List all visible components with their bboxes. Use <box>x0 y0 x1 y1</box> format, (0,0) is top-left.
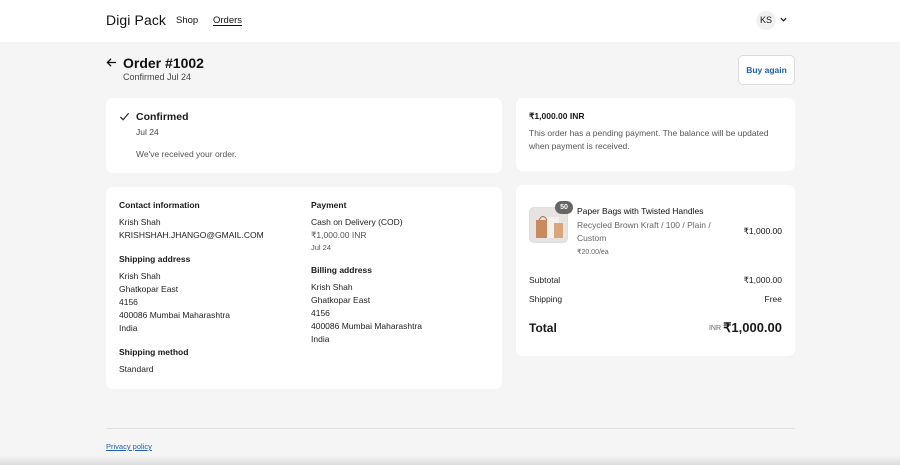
shipping-method-value: Standard <box>119 364 154 374</box>
product-variant: Recycled Brown Kraft / 100 / Plain / Cus… <box>577 220 711 243</box>
order-summary-card: 50 Paper Bags with Twisted Handles Recyc… <box>516 185 795 356</box>
checkmark-icon <box>119 112 130 121</box>
billing-address-line: 400086 Mumbai Maharashtra <box>311 321 423 331</box>
pending-balance-card: ₹1,000.00 INR This order has a pending p… <box>516 98 795 171</box>
order-details-card: Contact information Krish Shah KRISHSHAH… <box>106 187 502 389</box>
order-title: Order #1002 <box>123 55 204 71</box>
back-arrow-icon[interactable] <box>106 57 117 68</box>
billing-address-line: India <box>311 334 330 344</box>
total-label: Total <box>529 321 557 335</box>
balance-amount: ₹1,000.00 INR <box>529 111 585 121</box>
top-navigation-bar: Digi Pack Shop Orders KS <box>0 0 900 42</box>
nav-orders-link[interactable]: Orders <box>213 15 242 26</box>
window-bottom-edge <box>0 455 900 465</box>
billing-address-heading: Billing address <box>311 265 372 275</box>
billing-address-line: Krish Shah <box>311 282 353 292</box>
order-confirmed-date: Confirmed Jul 24 <box>123 72 192 82</box>
status-message: We've received your order. <box>136 149 237 159</box>
contact-email: KRISHSHAH.JHANGO@GMAIL.COM <box>119 230 264 240</box>
total-currency: INR <box>708 325 721 332</box>
product-line-price: ₹1,000.00 <box>743 226 783 236</box>
chevron-down-icon[interactable] <box>780 16 787 23</box>
billing-address-line: 4156 <box>311 308 330 318</box>
buy-again-button[interactable]: Buy again <box>738 55 795 85</box>
contact-name: Krish Shah <box>119 217 161 227</box>
quantity-badge: 50 <box>555 201 573 214</box>
shipping-value: Free <box>764 294 782 304</box>
balance-message: This order has a pending payment. The ba… <box>529 128 769 151</box>
order-status-card: Confirmed Jul 24 We've received your ord… <box>106 98 502 173</box>
payment-amount: ₹1,000.00 INR <box>311 230 367 240</box>
payment-heading: Payment <box>311 200 347 210</box>
subtotal-label: Subtotal <box>529 275 561 285</box>
shipping-address-line: 4156 <box>119 297 138 307</box>
footer-divider <box>106 428 795 429</box>
shipping-address-heading: Shipping address <box>119 254 191 264</box>
product-name: Paper Bags with Twisted Handles <box>577 206 704 216</box>
brand-logo[interactable]: Digi Pack <box>106 12 166 28</box>
user-avatar[interactable]: KS <box>756 11 776 30</box>
status-title: Confirmed <box>136 111 189 123</box>
payment-method: Cash on Delivery (COD) <box>311 217 403 227</box>
payment-date: Jul 24 <box>311 243 332 252</box>
billing-address-line: Ghatkopar East <box>311 295 371 305</box>
shipping-label: Shipping <box>529 294 563 304</box>
shipping-address-line: 400086 Mumbai Maharashtra <box>119 310 231 320</box>
nav-shop-link[interactable]: Shop <box>176 15 198 26</box>
shipping-address-line: India <box>119 323 138 333</box>
shipping-address-line: Krish Shah <box>119 271 161 281</box>
subtotal-value: ₹1,000.00 <box>743 275 783 285</box>
total-value: ₹1,000.00 <box>723 320 782 335</box>
contact-heading: Contact information <box>119 200 200 210</box>
privacy-policy-link[interactable]: Privacy policy <box>106 442 152 451</box>
shipping-method-heading: Shipping method <box>119 347 189 357</box>
shipping-address-line: Ghatkopar East <box>119 284 179 294</box>
status-date: Jul 24 <box>136 127 159 137</box>
product-unit-price: ₹20.00/ea <box>577 249 609 256</box>
